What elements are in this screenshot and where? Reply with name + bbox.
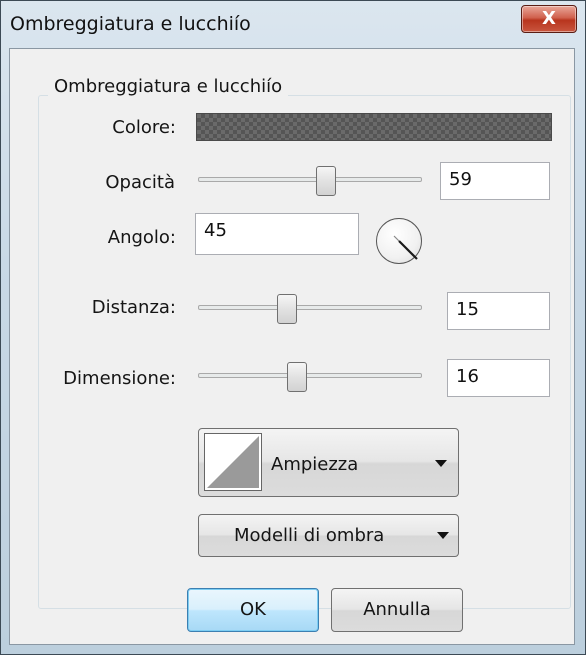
angle-dial-icon[interactable] [376,218,422,264]
shape-dropdown-label: Ampiezza [271,454,359,475]
shape-dropdown[interactable]: Ampiezza [198,428,459,497]
opacity-slider[interactable] [198,177,422,182]
distance-label: Distanza: [91,297,176,318]
triangle-shape-glyph [207,436,259,488]
shadow-models-label: Modelli di ombra [234,525,385,546]
window-title: Ombreggiatura e lucchiío [10,13,251,35]
size-label: Dimensione: [63,368,176,389]
dial-needle [393,235,418,260]
color-swatch[interactable] [196,113,552,141]
color-label: Colore: [112,117,176,138]
opacity-input[interactable]: 59 [440,162,550,200]
distance-slider-thumb[interactable] [277,294,297,324]
shadow-models-dropdown[interactable]: Modelli di ombra [198,514,459,557]
distance-slider[interactable] [198,305,422,310]
group-label: Ombreggiatura e lucchiío [48,76,289,97]
chevron-down-icon [435,460,447,467]
angle-label: Angolo: [107,227,176,248]
chevron-down-icon [437,532,449,539]
title-bar[interactable]: Ombreggiatura e lucchiío X [1,1,585,51]
cancel-button[interactable]: Annulla [331,588,463,632]
distance-input[interactable]: 15 [447,292,550,330]
ok-button[interactable]: OK [187,588,319,632]
size-slider-thumb[interactable] [287,362,307,392]
opacity-label: Opacità [105,172,175,193]
angle-input[interactable]: 45 [195,213,359,255]
size-input[interactable]: 16 [447,359,550,397]
triangle-shape-icon [204,433,262,491]
close-button[interactable]: X [521,5,577,33]
size-slider[interactable] [198,373,422,378]
opacity-slider-thumb[interactable] [316,166,336,196]
